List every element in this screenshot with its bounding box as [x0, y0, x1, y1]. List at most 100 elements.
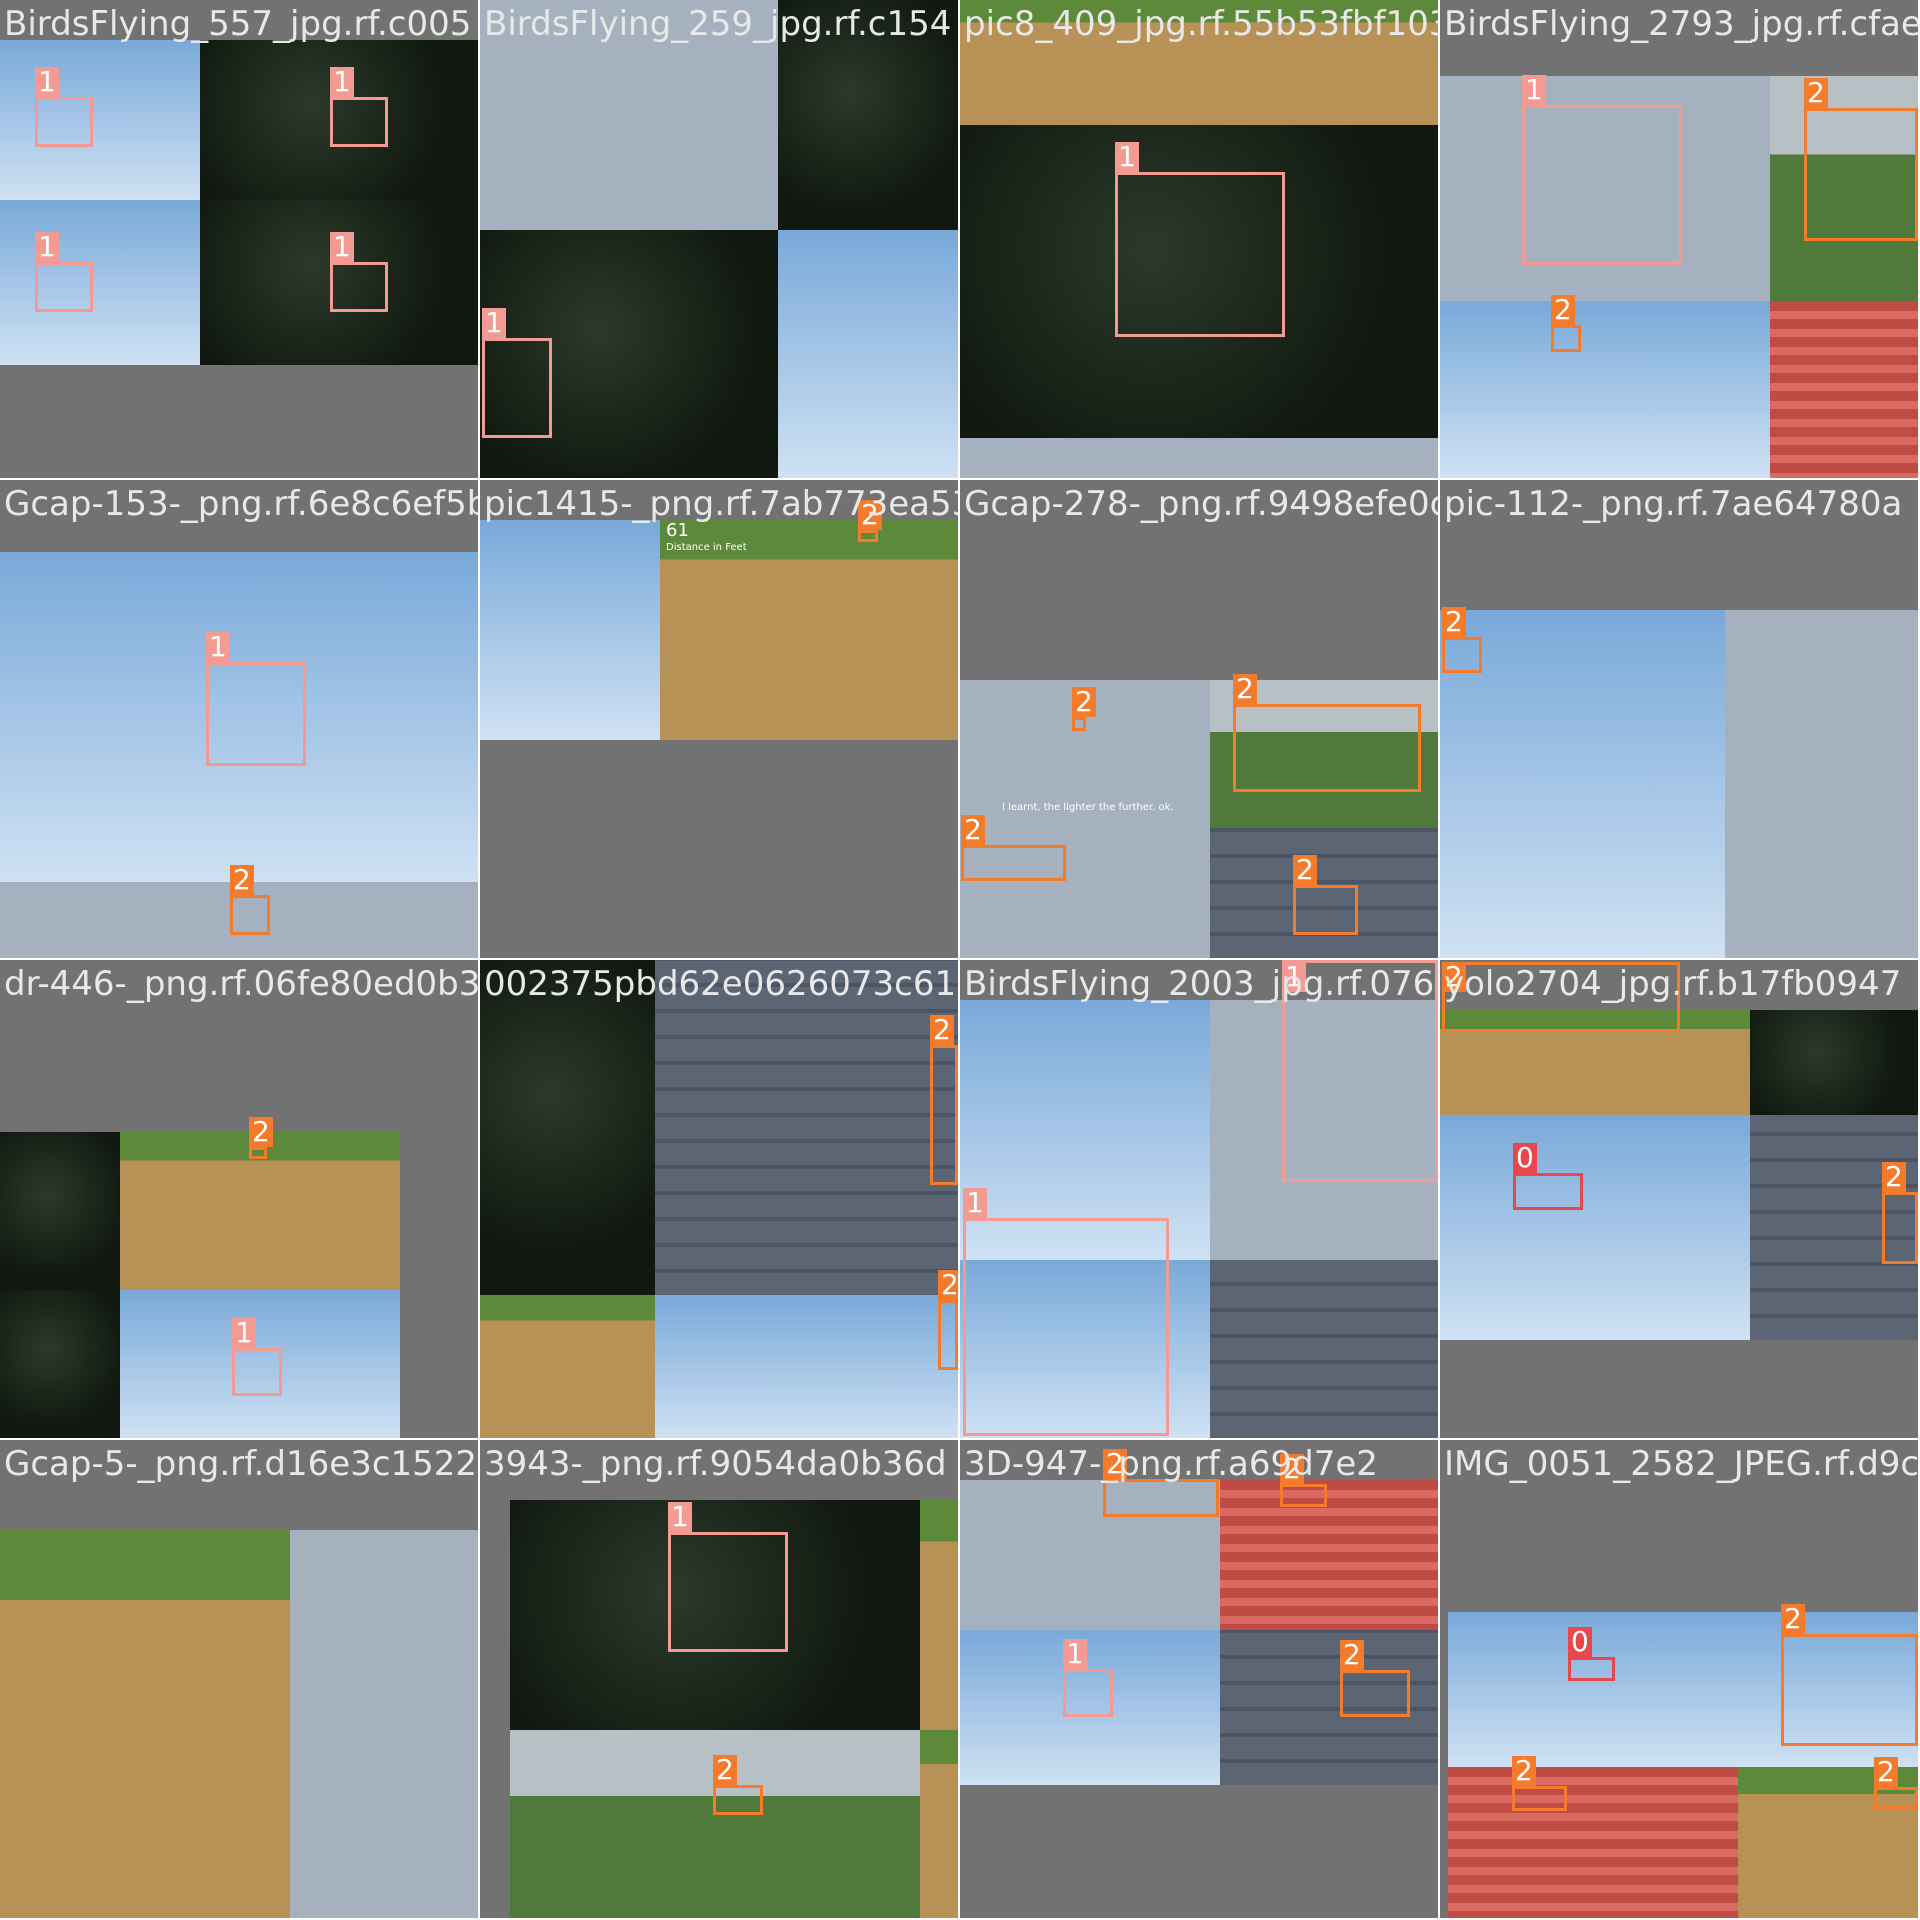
- mosaic-tile: 3D-947-_png.rf.a69d7e2 2 2 1 2: [960, 1440, 1438, 1918]
- detection-label: 1: [963, 1188, 987, 1218]
- photo-panel: [480, 960, 655, 1295]
- detection-label: 1: [232, 1318, 256, 1348]
- photo-panel: [1440, 301, 1770, 478]
- detection-box-class-1: [1115, 172, 1285, 337]
- mosaic-tile: IMG_0051_2582_JPEG.rf.d9c90 0 2 2 2: [1440, 1440, 1918, 1918]
- tile-filename: dr-446-_png.rf.06fe80ed0b3: [4, 964, 478, 1004]
- detection-box-class-1: [668, 1532, 788, 1652]
- detection-box-class-1: [206, 662, 306, 766]
- distance-caption-overlay: Distance in Feet: [666, 542, 747, 553]
- tile-filename: 3D-947-_png.rf.a69d7e2: [964, 1444, 1378, 1484]
- detection-box-class-1: [35, 97, 93, 147]
- tile-filename: yolo2704_jpg.rf.b17fb0947: [1444, 964, 1902, 1004]
- detection-label: 2: [230, 865, 254, 895]
- detection-label: 1: [206, 632, 230, 662]
- mosaic-tile: yolo2704_jpg.rf.b17fb0947 2 0 2: [1440, 960, 1918, 1438]
- detection-label: 2: [1512, 1756, 1536, 1786]
- mosaic-tile: pic8_409_jpg.rf.55b53fbf103 1: [960, 0, 1438, 478]
- photo-panel: [0, 1530, 290, 1918]
- detection-box-class-2: [1233, 704, 1421, 792]
- photo-panel: [655, 960, 958, 1295]
- detection-box-class-2: [938, 1300, 958, 1370]
- detection-label: 0: [1568, 1627, 1592, 1657]
- photo-panel: [480, 1295, 655, 1438]
- detection-box-class-2: [961, 845, 1066, 881]
- detection-label: 1: [668, 1502, 692, 1532]
- detection-box-class-2: [1340, 1670, 1410, 1717]
- mosaic-tile: BirdsFlying_2003_jpg.rf.076 1 1: [960, 960, 1438, 1438]
- detection-box-class-2: [230, 895, 270, 935]
- mosaic-tile: dr-446-_png.rf.06fe80ed0b3 2 1: [0, 960, 478, 1438]
- detection-label: 2: [1293, 855, 1317, 885]
- detection-box-class-1: [482, 338, 552, 438]
- detection-label: 2: [1551, 295, 1575, 325]
- mosaic-tile: pic-112-_png.rf.7ae64780a 2: [1440, 480, 1918, 958]
- mosaic-tile: 002375pbd62e0626073c616 2 2: [480, 960, 958, 1438]
- detection-box-class-2: [930, 1045, 958, 1185]
- video-subtitle-overlay: I learnt, the lighter the further. ok.: [1002, 802, 1174, 813]
- tile-filename: BirdsFlying_259_jpg.rf.c154: [484, 4, 952, 44]
- detection-box-class-2: [858, 530, 878, 542]
- tile-filename: 3943-_png.rf.9054da0b36d: [484, 1444, 947, 1484]
- photo-panel: [660, 520, 958, 740]
- photo-panel: [290, 1530, 478, 1918]
- photo-panel: [1770, 301, 1918, 478]
- photo-panel: [1448, 1767, 1738, 1918]
- detection-label: 2: [1340, 1640, 1364, 1670]
- detection-label: 1: [330, 67, 354, 97]
- photo-panel: [920, 1730, 958, 1918]
- photo-panel: [0, 1132, 120, 1290]
- detection-label: 2: [961, 815, 985, 845]
- photo-panel: [1440, 1115, 1750, 1340]
- detection-box-class-1: [963, 1218, 1169, 1436]
- detection-box-class-2: [1442, 637, 1482, 673]
- mosaic-tile: BirdsFlying_2793_jpg.rf.cfae 1 2 2: [1440, 0, 1918, 478]
- tile-filename: BirdsFlying_2793_jpg.rf.cfae: [1444, 4, 1918, 44]
- photo-panel: [1448, 1612, 1738, 1767]
- detection-label: 2: [930, 1015, 954, 1045]
- photo-panel: [960, 438, 1438, 478]
- photo-panel: [1220, 1480, 1438, 1630]
- detection-box-class-2: [713, 1785, 763, 1815]
- detection-label: 2: [938, 1270, 958, 1300]
- tile-filename: pic-112-_png.rf.7ae64780a: [1444, 484, 1903, 524]
- detection-label: 0: [1513, 1143, 1537, 1173]
- detection-label: 1: [35, 232, 59, 262]
- mosaic-tile: Gcap-278-_png.rf.9498efe0cfc 2 2 2 2: [960, 480, 1438, 958]
- mosaic-tile: 3943-_png.rf.9054da0b36d 1 2: [480, 1440, 958, 1918]
- tile-filename: pic8_409_jpg.rf.55b53fbf103: [964, 4, 1438, 44]
- mosaic-tile: BirdsFlying_259_jpg.rf.c154 1: [480, 0, 958, 478]
- photo-panel: [1750, 1010, 1918, 1115]
- detection-label: 2: [1874, 1757, 1898, 1787]
- photo-panel: [1725, 610, 1918, 958]
- photo-panel: [1210, 1260, 1438, 1438]
- detection-label: 2: [1882, 1162, 1906, 1192]
- tile-filename: Gcap-5-_png.rf.d16e3c1522: [4, 1444, 478, 1484]
- tile-filename: Gcap-278-_png.rf.9498efe0cfc: [964, 484, 1438, 524]
- detection-box-class-0: [1568, 1657, 1615, 1681]
- mosaic-tile: Gcap-5-_png.rf.d16e3c1522: [0, 1440, 478, 1918]
- detection-box-class-1: [232, 1348, 282, 1396]
- photo-panel: [1440, 610, 1725, 958]
- detection-box-class-2: [1781, 1634, 1918, 1746]
- detection-box-class-2: [1280, 1484, 1327, 1507]
- detection-label: 1: [1522, 75, 1546, 105]
- detection-box-class-2: [1293, 885, 1358, 935]
- detection-label: 1: [35, 67, 59, 97]
- photo-panel: [480, 520, 660, 740]
- detection-label: 2: [1442, 607, 1466, 637]
- detection-box-class-2: [1551, 325, 1581, 352]
- detection-label: 2: [1072, 687, 1096, 717]
- detection-box-class-1: [35, 262, 93, 312]
- photo-panel: [0, 1290, 120, 1438]
- detection-label: 2: [1233, 674, 1257, 704]
- tile-filename: BirdsFlying_2003_jpg.rf.076: [964, 964, 1435, 1004]
- detection-box-class-1: [330, 262, 388, 312]
- detection-label: 1: [330, 232, 354, 262]
- detection-box-class-2: [1512, 1786, 1567, 1811]
- photo-panel: [0, 40, 200, 200]
- mosaic-tile: BirdsFlying_557_jpg.rf.c005 1 1 1 1: [0, 0, 478, 478]
- detection-label: 2: [1804, 78, 1828, 108]
- photo-panel: [0, 200, 200, 365]
- detection-box-class-2: [249, 1147, 267, 1159]
